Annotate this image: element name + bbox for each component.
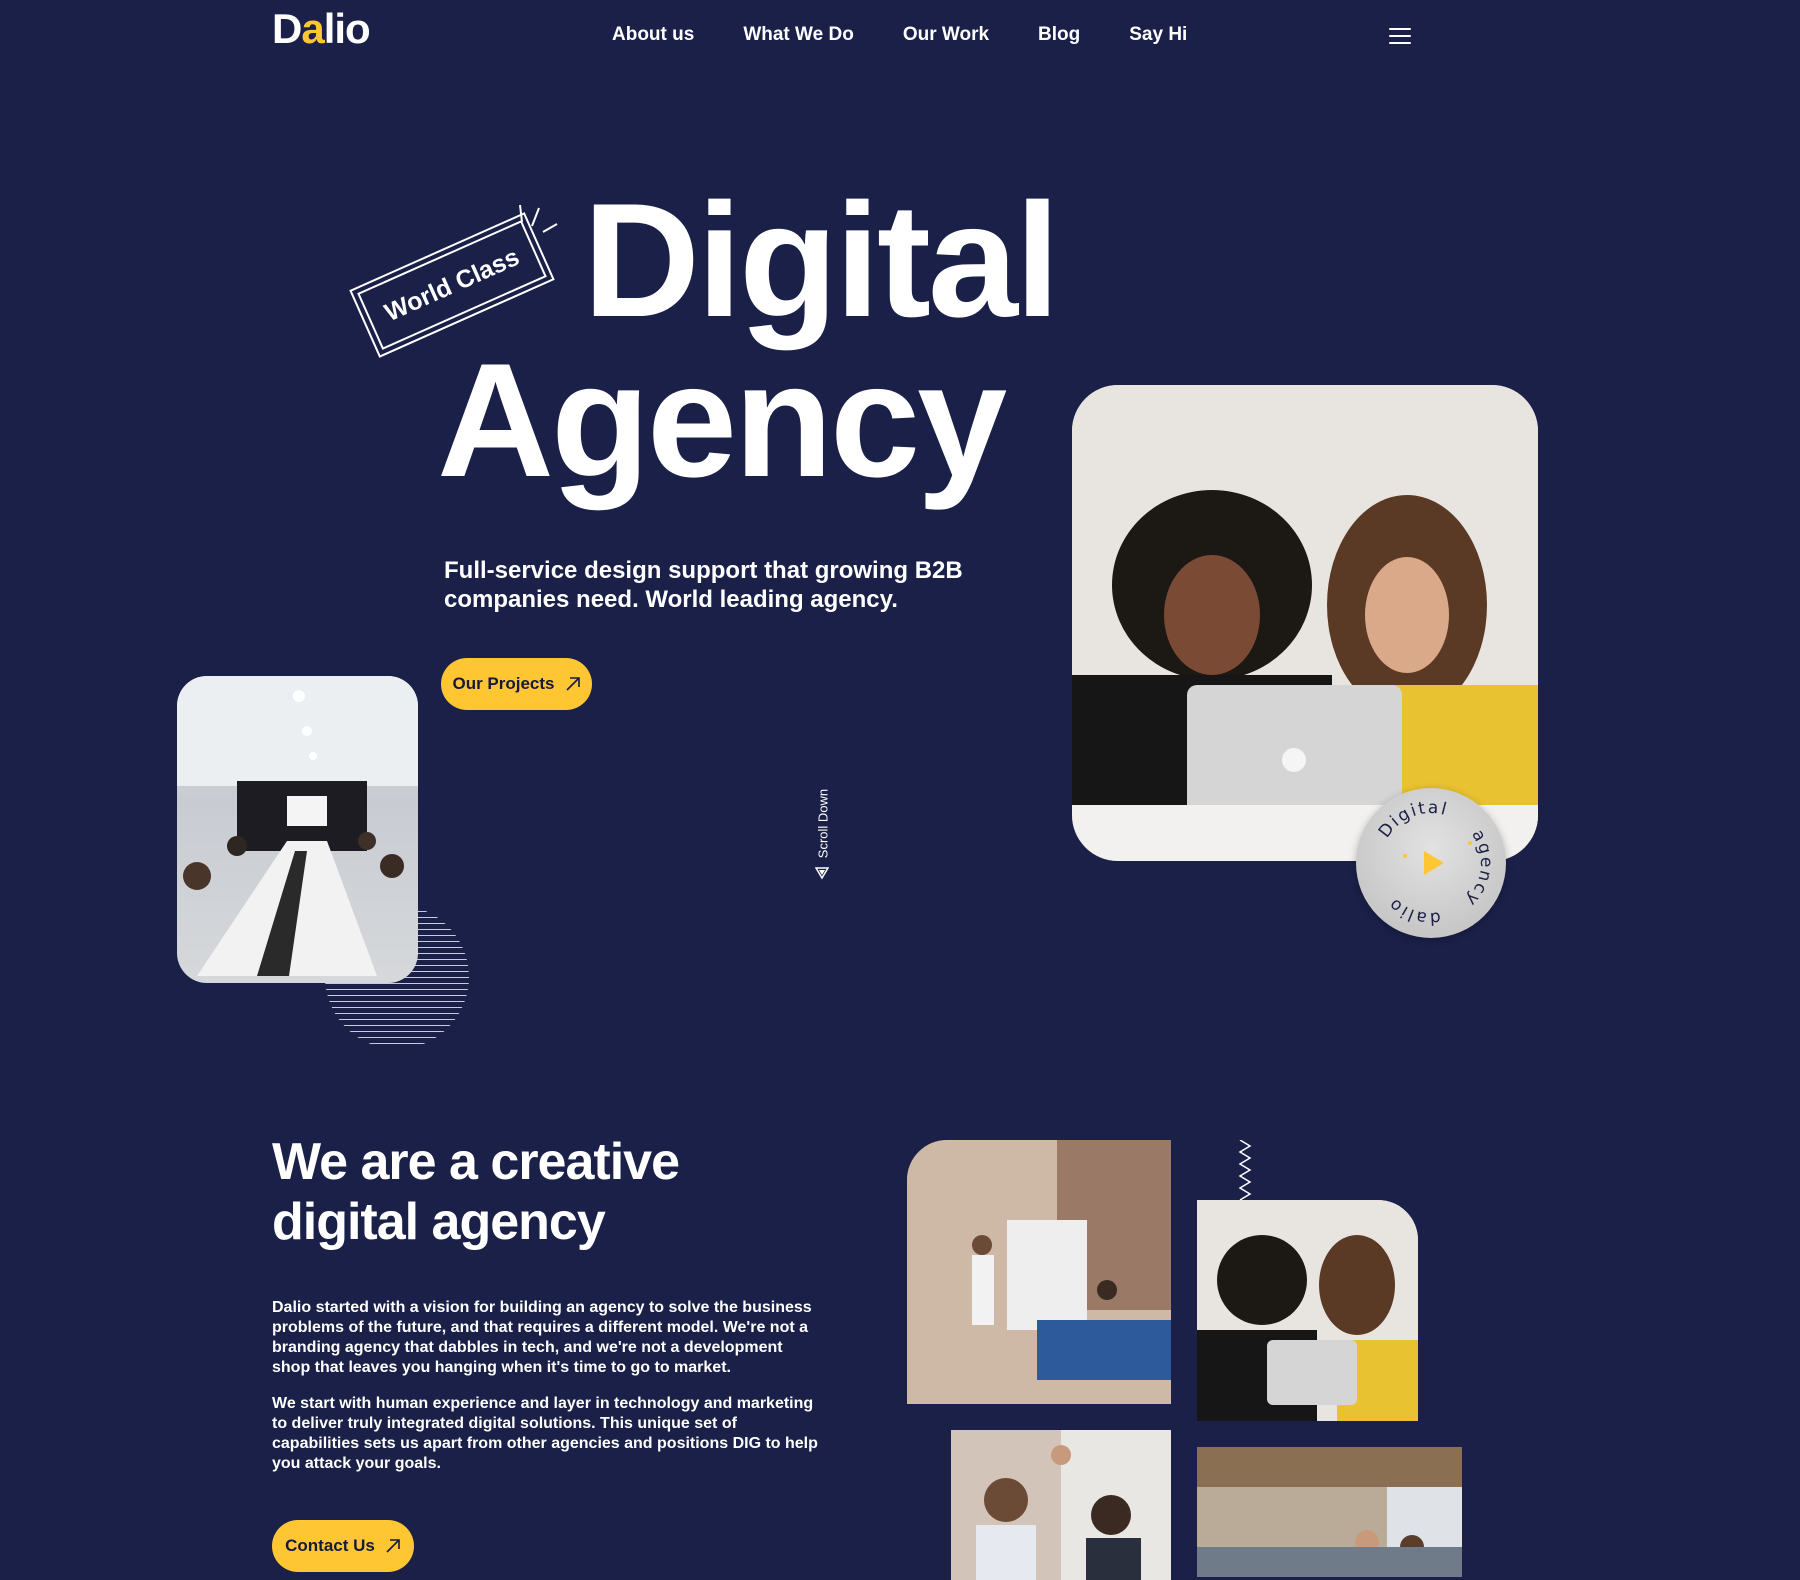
hero-title-line1: Digital [583,170,1060,351]
office-meeting-photo [907,1140,1171,1404]
hero-title-line2: Agency [437,330,1007,511]
scroll-down-label: Scroll Down [815,788,831,859]
arrow-up-right-icon [386,1539,400,1553]
svg-text:agency: agency [1460,826,1496,911]
play-icon [1424,851,1444,875]
about-paragraph-1: Dalio started with a vision for building… [272,1299,812,1376]
nav-blog[interactable]: Blog [1038,24,1080,46]
zigzag-decoration [1238,1139,1252,1205]
nav-say-hi[interactable]: Say Hi [1129,24,1187,46]
about-paragraph-2: We start with human experience and layer… [272,1395,818,1472]
nav-our-work[interactable]: Our Work [903,24,989,46]
circle-badge-top-text: Digital [1375,798,1448,842]
triangle-down-icon [815,867,829,880]
logo[interactable]: Dalio [272,8,371,50]
contact-us-button[interactable]: Contact Us [272,1520,414,1572]
world-class-label: World Class [380,242,524,327]
contact-us-label: Contact Us [285,1536,375,1555]
scroll-down-indicator[interactable]: Scroll Down [812,780,832,880]
svg-text:dalio: dalio [1384,893,1441,928]
open-office-photo [1197,1447,1462,1577]
hero-subtitle: Full-service design support that growing… [444,557,963,613]
our-projects-button[interactable]: Our Projects [441,658,592,710]
digital-agency-circle-badge[interactable]: Digital agency dalio [1356,788,1506,938]
nav-what-we-do[interactable]: What We Do [743,24,853,46]
main-nav: About us What We Do Our Work Blog Say Hi [612,24,1187,46]
svg-text:Digital: Digital [1375,798,1450,842]
nav-about-us[interactable]: About us [612,24,694,46]
hamburger-icon[interactable] [1389,28,1411,44]
our-projects-label: Our Projects [452,674,555,693]
circle-badge-bottom-text: dalio [1384,893,1439,928]
about-title: We are a creative digital agency [272,1133,680,1251]
circle-badge-right-text: agency [1460,826,1494,911]
arrow-up-right-icon [565,677,580,691]
meeting-room-photo [177,676,418,983]
high-five-photo [951,1430,1171,1580]
team-laptop-photo-small [1197,1200,1418,1421]
